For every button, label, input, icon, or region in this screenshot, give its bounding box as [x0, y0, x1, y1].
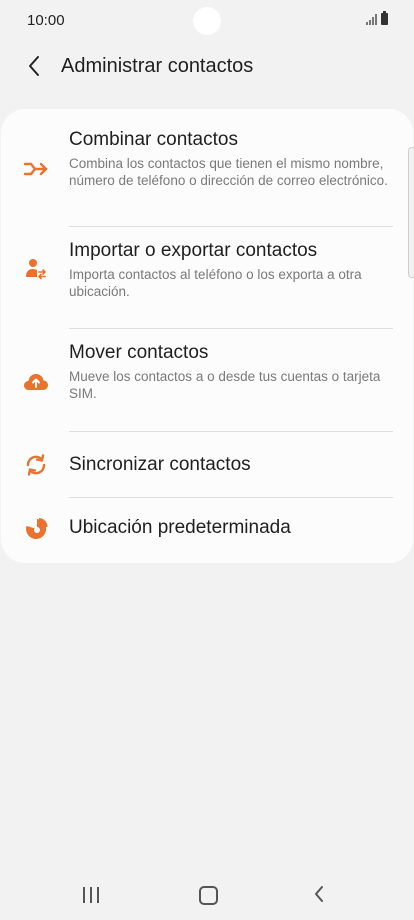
menu-item-title: Importar o exportar contactos — [69, 240, 318, 261]
menu-item-mover-contactos[interactable]: Mover contactos Mueve los contactos a o … — [1, 329, 413, 431]
camera-cutout — [193, 7, 221, 35]
status-icons — [366, 11, 388, 25]
back-button[interactable] — [18, 48, 50, 84]
recent-apps-button[interactable] — [83, 887, 99, 903]
status-bar: 10:00 — [0, 0, 414, 42]
app-bar: Administrar contactos — [0, 42, 414, 92]
scrollbar[interactable] — [408, 147, 414, 278]
merge-icon — [23, 156, 49, 182]
menu-item-ubicacion-predeterminada[interactable]: Ubicación predeterminada — [1, 498, 413, 558]
menu-item-combinar-contactos[interactable]: Combinar contactos Combina los contactos… — [1, 123, 413, 227]
battery-icon — [381, 11, 388, 25]
menu-item-description: Mueve los contactos a o desde tus cuenta… — [69, 369, 381, 401]
menu-item-importar-exportar[interactable]: Importar o exportar contactos Importa co… — [1, 227, 413, 328]
menu-item-description: Importa contactos al teléfono o los expo… — [69, 267, 362, 299]
menu-item-title: Sincronizar contactos — [69, 454, 251, 475]
chevron-left-icon — [315, 886, 323, 902]
menu-item-title: Ubicación predeterminada — [69, 517, 291, 538]
menu-item-title: Combinar contactos — [69, 129, 238, 150]
signal-icon — [366, 13, 377, 25]
menu-item-title: Mover contactos — [69, 342, 209, 363]
pie-chart-icon — [23, 516, 49, 542]
home-button[interactable] — [199, 886, 218, 905]
cloud-upload-icon — [23, 369, 49, 395]
nav-back-button[interactable] — [313, 885, 325, 908]
sync-icon — [23, 452, 49, 478]
menu-item-description: Combina los contactos que tienen el mism… — [69, 156, 388, 188]
chevron-left-icon — [29, 56, 39, 76]
navigation-bar — [0, 870, 414, 920]
import-export-icon — [23, 256, 49, 282]
status-time: 10:00 — [27, 12, 65, 29]
menu-item-sincronizar-contactos[interactable]: Sincronizar contactos — [1, 432, 413, 497]
settings-card: Combinar contactos Combina los contactos… — [1, 109, 413, 563]
page-title: Administrar contactos — [61, 55, 254, 77]
